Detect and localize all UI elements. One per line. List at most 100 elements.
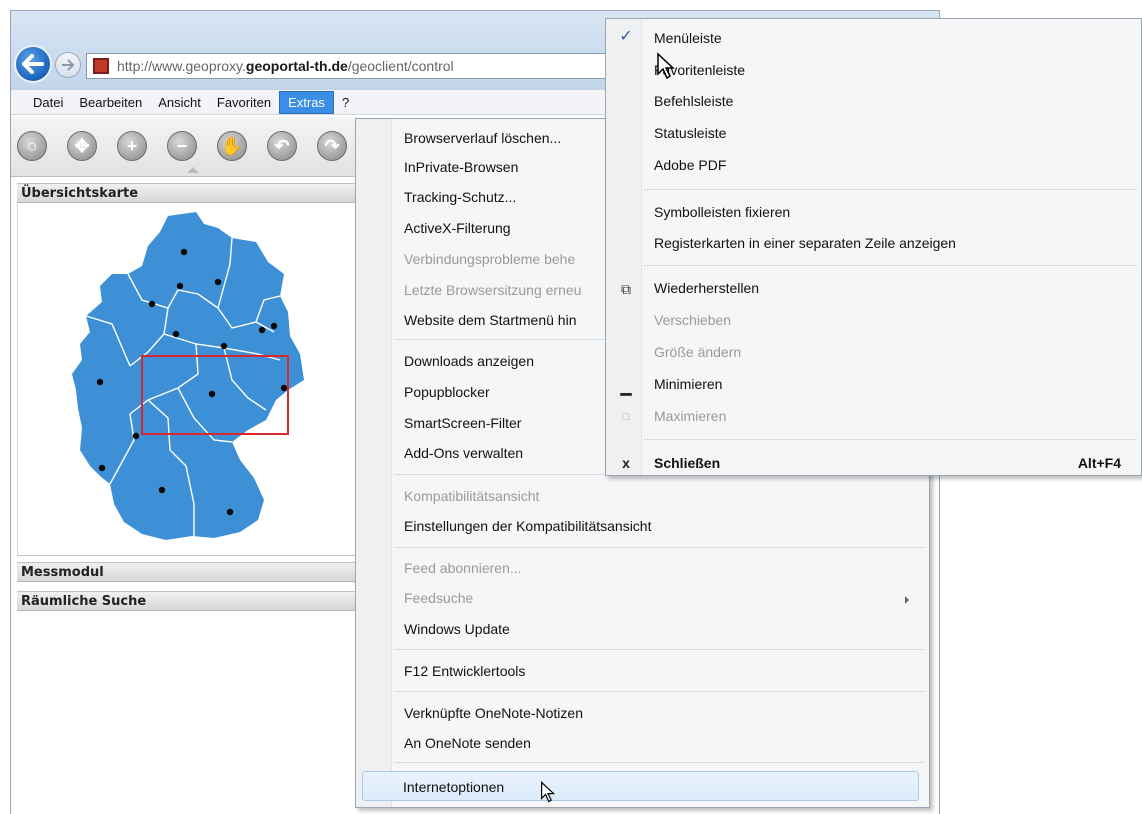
menuitem-windows-update[interactable]: Windows Update (392, 614, 510, 644)
menu-separator (394, 691, 925, 692)
menuitem-manage-addons[interactable]: Add-Ons verwalten (392, 438, 523, 468)
menu-separator (394, 547, 925, 548)
zoom-out-button[interactable]: − (167, 131, 197, 161)
move-icon: ✥ (74, 136, 90, 156)
menuitem-command-bar[interactable]: Befehlsleiste (642, 86, 733, 116)
checkmark-icon: ✓ (619, 28, 633, 45)
menuitem-maximize: Maximieren (654, 408, 727, 424)
menuitem-restore[interactable]: Wiederherstellen (642, 273, 759, 303)
city-marker (158, 486, 166, 494)
menuitem-clear-history[interactable]: Browserverlauf löschen... (392, 123, 561, 153)
menuitem-status-bar[interactable]: Statusleiste (642, 118, 726, 148)
city-marker (98, 464, 106, 472)
menuitem-popup-blocker[interactable]: Popupblocker (392, 377, 490, 407)
menu-favoriten[interactable]: Favoriten (209, 92, 279, 113)
menuitem-close[interactable]: Schließen (642, 448, 720, 478)
overview-map[interactable] (17, 204, 362, 556)
menuitem-send-to-onenote[interactable]: An OneNote senden (392, 728, 531, 758)
city-marker (214, 278, 222, 286)
menuitem-activex-filtering[interactable]: ActiveX-Filterung (392, 213, 511, 243)
menuitem-feed-search: Feedsuche (404, 590, 474, 606)
germany-shape (72, 212, 304, 540)
url-prefix: http://www.geoproxy. (117, 58, 246, 74)
menuitem-tabs-separate-row[interactable]: Registerkarten in einer separaten Zeile … (642, 228, 956, 258)
measure-panel-header[interactable]: Messmodul (17, 562, 362, 582)
map-toolbar: ○ ✥ + − ✋ ↶ ↷ (11, 117, 361, 177)
menu-separator (644, 265, 1137, 266)
minimize-icon: ▁ (620, 379, 632, 395)
url-path: /geoclient/control (347, 58, 454, 74)
zoom-in-button[interactable]: + (117, 131, 147, 161)
city-marker (208, 390, 216, 398)
city-marker (96, 378, 104, 386)
menuitem-compat-view: Kompatibilitätsansicht (404, 488, 540, 504)
screenshot-stage: http://www.geoproxy.geoportal-th.de/geoc… (0, 0, 1142, 814)
city-marker (176, 282, 184, 290)
menu-separator (394, 649, 925, 650)
close-icon: x (622, 455, 630, 471)
menuitem-inprivate[interactable]: InPrivate-Browsen (392, 152, 518, 182)
city-marker (226, 508, 234, 516)
url-text: http://www.geoproxy.geoportal-th.de/geoc… (117, 58, 454, 74)
toolbar-collapse-handle[interactable] (187, 167, 199, 173)
menuitem-minimize[interactable]: Minimieren (642, 369, 722, 399)
menuitem-smartscreen[interactable]: SmartScreen-Filter (392, 408, 521, 438)
menuitem-reopen-session: Letzte Browsersitzung erneu (404, 282, 582, 298)
city-marker (220, 342, 228, 350)
restore-window-icon: ⧉ (621, 281, 631, 297)
arrow-left-icon (22, 54, 44, 74)
site-favicon-icon (93, 58, 109, 74)
menuitem-f12-devtools[interactable]: F12 Entwicklertools (392, 656, 525, 686)
menu-extras[interactable]: Extras (279, 90, 334, 114)
overview-panel-header[interactable]: Übersichtskarte (17, 183, 362, 203)
menu-separator (644, 439, 1137, 440)
back-button[interactable] (14, 45, 52, 83)
minus-icon: − (176, 136, 188, 156)
forward-button[interactable] (55, 52, 81, 78)
menuitem-compat-settings[interactable]: Einstellungen der Kompatibilitätsansicht (392, 511, 651, 541)
city-marker (180, 248, 188, 256)
undo-icon: ↶ (274, 136, 290, 156)
address-bar[interactable]: http://www.geoproxy.geoportal-th.de/geoc… (86, 53, 626, 79)
germany-map[interactable] (18, 204, 361, 554)
menuitem-tracking-protection[interactable]: Tracking-Schutz... (392, 182, 516, 212)
refresh-icon: ○ (26, 136, 38, 156)
menu-bearbeiten[interactable]: Bearbeiten (71, 92, 150, 113)
close-shortcut: Alt+F4 (1077, 455, 1121, 471)
arrow-right-icon (62, 59, 75, 71)
city-marker (258, 326, 266, 334)
menuitem-add-to-startmenu[interactable]: Website dem Startmenü hin (392, 305, 577, 335)
plus-icon: + (126, 136, 138, 156)
menuitem-linked-onenote[interactable]: Verknüpfte OneNote-Notizen (392, 698, 583, 728)
menuitem-adobe-pdf[interactable]: Adobe PDF (642, 150, 726, 180)
city-marker (280, 384, 288, 392)
menu-datei[interactable]: Datei (25, 92, 71, 113)
url-domain: geoportal-th.de (245, 58, 348, 74)
city-marker (270, 322, 278, 330)
redo-button[interactable]: ↷ (317, 131, 347, 161)
menuitem-internet-options[interactable]: Internetoptionen (362, 771, 919, 801)
city-marker (172, 330, 180, 338)
menuitem-menubar[interactable]: Menüleiste (642, 23, 722, 53)
menu-separator (644, 189, 1137, 190)
maximize-icon: □ (622, 411, 630, 423)
hand-tool-button[interactable]: ✋ (217, 131, 247, 161)
menu-separator (394, 762, 925, 763)
menuitem-lock-toolbars[interactable]: Symbolleisten fixieren (642, 197, 790, 227)
menuitem-connection-problems: Verbindungsprobleme behe (404, 251, 576, 267)
hand-icon: ✋ (220, 136, 244, 156)
submenu-arrow-icon (905, 596, 909, 604)
menu-gutter (356, 119, 392, 807)
undo-button[interactable]: ↶ (267, 131, 297, 161)
spatial-search-panel-header[interactable]: Räumliche Suche (17, 591, 362, 611)
map-pan-button[interactable]: ✥ (67, 131, 97, 161)
menu-gutter (606, 19, 642, 475)
map-refresh-button[interactable]: ○ (17, 131, 47, 161)
redo-icon: ↷ (324, 136, 340, 156)
menu-ansicht[interactable]: Ansicht (150, 92, 209, 113)
menuitem-resize: Größe ändern (654, 344, 742, 360)
menuitem-subscribe-feed: Feed abonnieren... (404, 560, 522, 576)
menuitem-downloads[interactable]: Downloads anzeigen (392, 346, 534, 376)
city-marker (148, 300, 156, 308)
menu-help[interactable]: ? (334, 92, 357, 113)
